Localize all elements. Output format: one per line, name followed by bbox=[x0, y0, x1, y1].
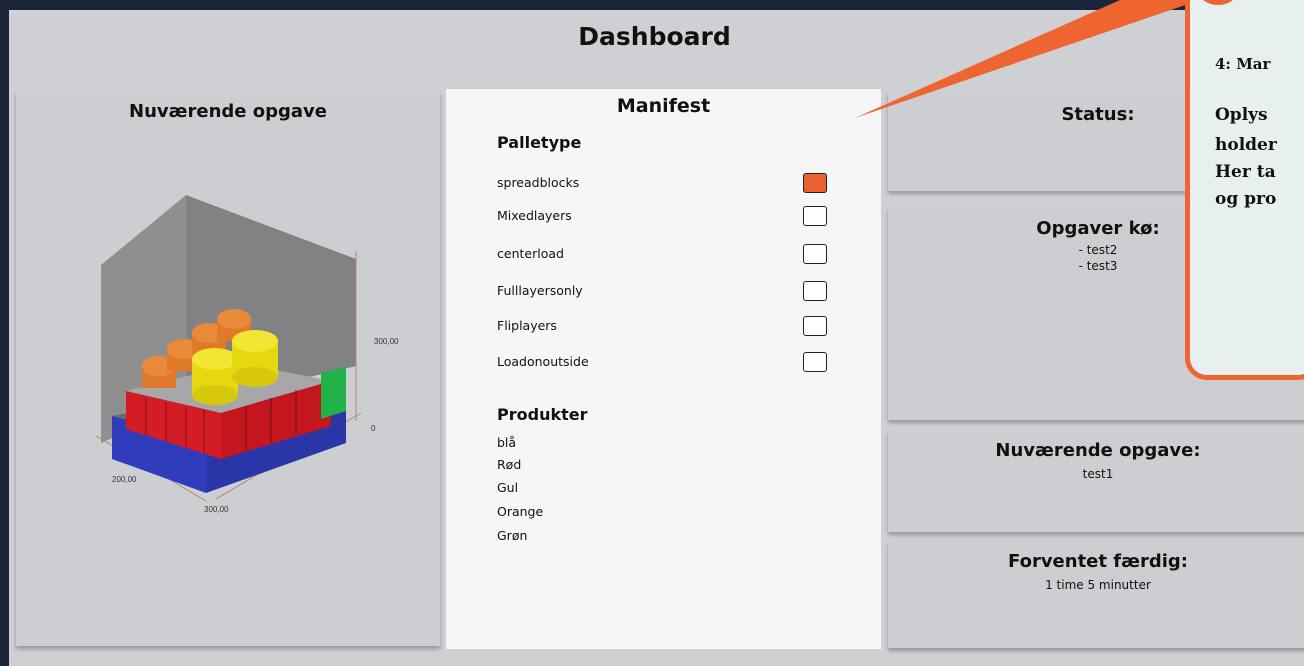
callout-line: Her ta bbox=[1215, 162, 1276, 182]
callout-line: og pro bbox=[1215, 189, 1277, 209]
callout-line: Oplys bbox=[1215, 105, 1268, 125]
callout-pointer bbox=[855, 0, 1200, 118]
callout-line: holder bbox=[1215, 135, 1277, 155]
annotation-callout: 4: Mar Oplys holder Her ta og pro bbox=[1185, 0, 1304, 380]
callout-marker-icon bbox=[1198, 0, 1238, 5]
callout-heading: 4: Mar bbox=[1215, 55, 1271, 73]
